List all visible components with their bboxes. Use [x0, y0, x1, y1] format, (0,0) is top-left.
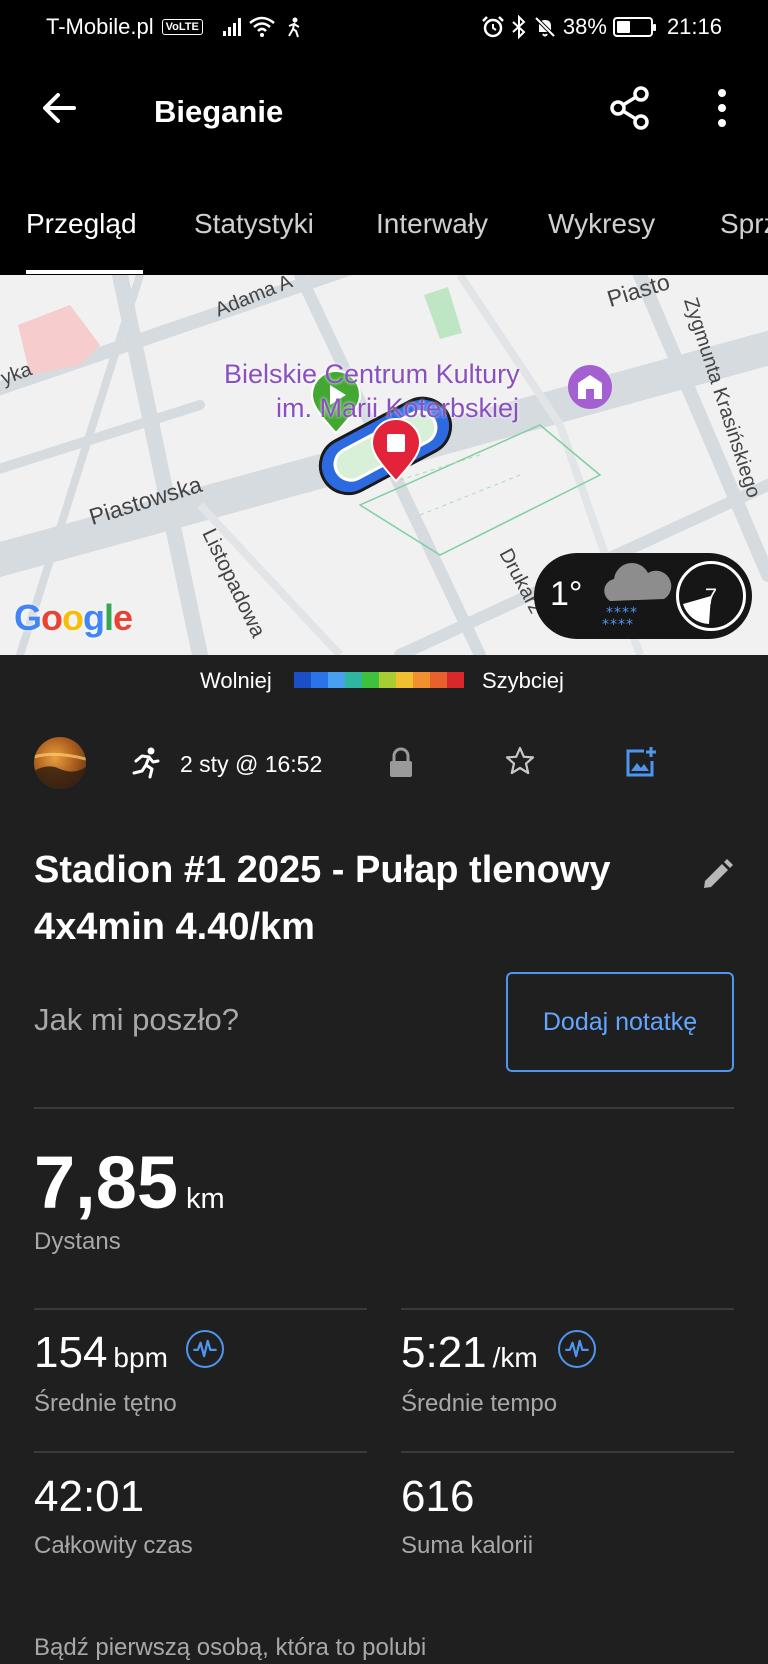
signal-icon: [222, 18, 241, 36]
heart-rate-stat: 154 bpm: [34, 1328, 168, 1378]
activity-meta-row: 2 sty @ 16:52: [0, 735, 768, 793]
battery-percent: 38%: [562, 14, 607, 39]
alarm-icon: [482, 16, 504, 38]
page-title: Bieganie: [154, 94, 284, 129]
hr-value: 154: [34, 1328, 108, 1377]
star-outline-icon[interactable]: [504, 745, 536, 777]
activity-title: Stadion #1 2025 - Pułap tlenowy 4x4min 4…: [34, 849, 611, 948]
divider: [401, 1451, 734, 1453]
avatar[interactable]: [34, 737, 86, 789]
google-logo: Google: [14, 597, 133, 638]
pace-color-segment: [430, 672, 447, 688]
like-prompt[interactable]: Bądź pierwszą osobą, która to polubi: [34, 1634, 426, 1662]
legend-slow-label: Wolniej: [200, 668, 272, 693]
pace-color-bar: [294, 672, 464, 688]
pace-color-segment: [413, 672, 430, 688]
calories-stat: 616: [401, 1472, 474, 1522]
hr-unit: bpm: [113, 1342, 168, 1373]
weather-temperature: 1°: [550, 575, 583, 613]
bluetooth-icon: [512, 15, 526, 39]
edit-pencil-icon[interactable]: [700, 858, 734, 892]
add-photo-icon[interactable]: [624, 745, 658, 779]
snow-cloud-icon: **** ****: [602, 563, 672, 631]
pace-color-segment: [396, 672, 413, 688]
svg-text:****: ****: [602, 617, 634, 631]
wind-dial: 7: [676, 561, 746, 631]
pace-color-segment: [447, 672, 464, 688]
pace-unit: /km: [492, 1342, 538, 1373]
calories-label: Suma kalorii: [401, 1532, 534, 1559]
divider: [34, 1107, 734, 1109]
pace-legend: Wolniej Szybciej: [0, 655, 768, 705]
map-park: [424, 287, 462, 339]
pace-label: Średnie tempo: [401, 1390, 558, 1417]
more-vertical-icon[interactable]: [700, 86, 744, 130]
tab-gear[interactable]: Sprz: [720, 208, 768, 240]
battery-icon: [612, 17, 656, 37]
wifi-icon: [248, 16, 275, 37]
share-icon[interactable]: [608, 86, 652, 130]
calories-value: 616: [401, 1472, 475, 1521]
tab-overview[interactable]: Przegląd: [26, 208, 137, 240]
arrow-left-icon[interactable]: [38, 86, 82, 130]
distance-value: 7,85: [34, 1141, 179, 1224]
hr-label: Średnie tętno: [34, 1390, 177, 1417]
route-map[interactable]: Bielskie Centrum Kultury im. Marii Koter…: [0, 275, 768, 655]
pace-color-segment: [311, 672, 328, 688]
legend-fast-label: Szybciej: [482, 668, 564, 693]
running-icon: [132, 747, 160, 779]
total-time-stat: 42:01: [34, 1472, 144, 1522]
tab-intervals[interactable]: Interwały: [376, 208, 488, 240]
distance-stat: 7,85 km: [34, 1140, 225, 1225]
activity-date: 2 sty @ 16:52: [180, 751, 323, 777]
carrier-name: T-Mobile.pl: [46, 14, 154, 39]
pace-color-segment: [379, 672, 396, 688]
divider: [34, 1451, 367, 1453]
museum-poi-icon[interactable]: [568, 365, 612, 409]
divider: [401, 1308, 734, 1310]
map-poi-label-2: im. Marii Koterbskiej: [276, 393, 520, 423]
pace-color-segment: [328, 672, 345, 688]
tab-bar: Przegląd Statystyki Interwały Wykresy Sp…: [0, 168, 768, 275]
lock-icon[interactable]: [388, 747, 414, 779]
pace-value: 5:21: [401, 1328, 487, 1377]
app-bar: Bieganie: [0, 56, 768, 168]
pace-chart-icon[interactable]: [558, 1330, 596, 1368]
pace-color-segment: [345, 672, 362, 688]
pace-stat: 5:21/km: [401, 1328, 538, 1378]
tab-statistics[interactable]: Statystyki: [194, 208, 314, 240]
heart-rate-chart-icon[interactable]: [186, 1330, 224, 1368]
mute-icon: [534, 16, 556, 38]
pace-color-segment: [362, 672, 379, 688]
divider: [34, 1308, 367, 1310]
wind-speed: 7: [704, 584, 718, 609]
distance-unit: km: [186, 1183, 225, 1215]
status-bar: T-Mobile.pl VoLTE 38% 21:16: [0, 0, 768, 56]
tab-charts[interactable]: Wykresy: [548, 208, 655, 240]
add-note-button[interactable]: Dodaj notatkę: [506, 972, 734, 1072]
distance-label: Dystans: [34, 1228, 121, 1255]
map-poi-label: Bielskie Centrum Kultury: [224, 359, 520, 389]
pace-color-segment: [294, 672, 311, 688]
time-value: 42:01: [34, 1472, 145, 1521]
active-tab-indicator: [26, 270, 143, 274]
notes-prompt[interactable]: Jak mi poszło?: [34, 1002, 239, 1038]
volte-badge: VoLTE: [161, 19, 203, 35]
time-label: Całkowity czas: [34, 1532, 193, 1559]
weather-widget[interactable]: 1° **** **** 7: [534, 553, 752, 639]
clock: 21:16: [666, 14, 722, 39]
activity-tracking-icon: [287, 17, 300, 38]
